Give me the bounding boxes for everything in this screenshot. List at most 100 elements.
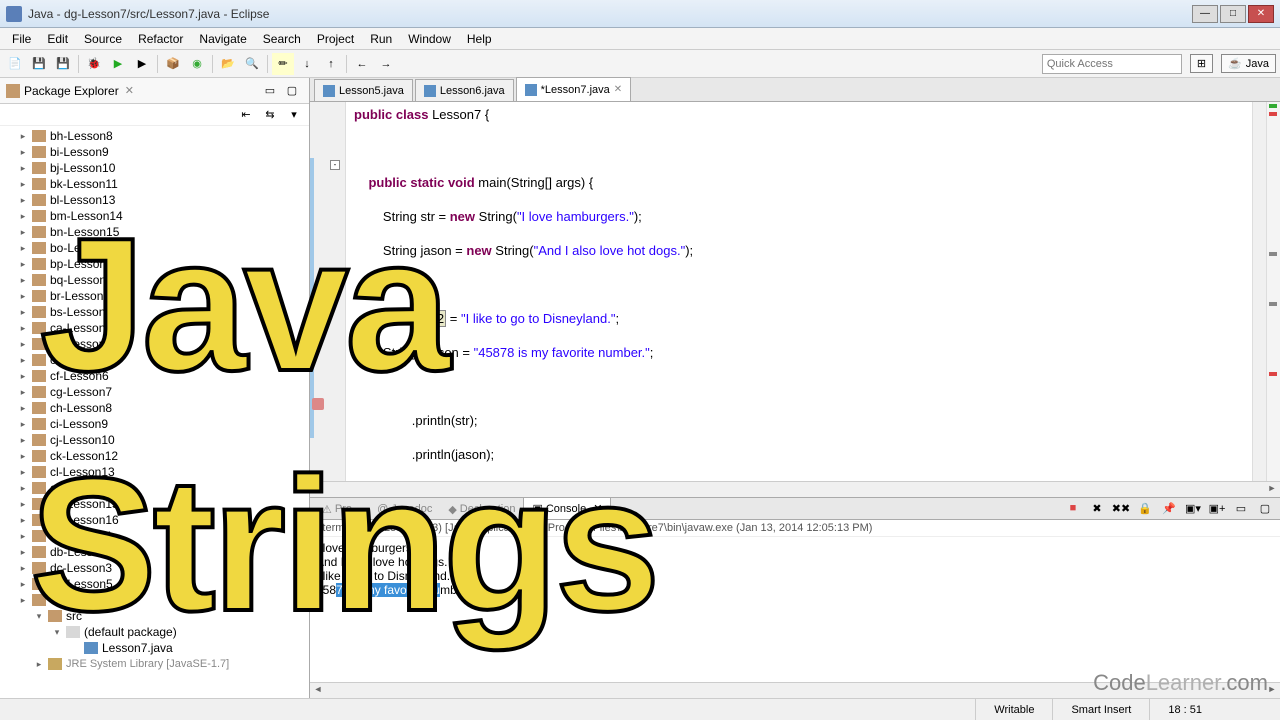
menu-source[interactable]: Source [76,30,130,48]
menu-navigate[interactable]: Navigate [191,30,254,48]
project-item[interactable]: ▸cg-Lesson7 [0,384,309,400]
javadoc-tab[interactable]: @ Javadoc [369,499,440,519]
view-close-icon[interactable]: ✕ [125,84,134,97]
window-title: Java - dg-Lesson7/src/Lesson7.java - Ecl… [28,7,1192,21]
debug-button[interactable]: 🐞 [83,53,105,75]
menu-help[interactable]: Help [459,30,500,48]
jre-library[interactable]: ▸JRE System Library [JavaSE-1.7] [0,656,309,672]
project-item[interactable]: ▸cm-Lesson14 [0,480,309,496]
horizontal-scrollbar[interactable]: ◄► [310,481,1280,497]
overview-ruler[interactable] [1266,102,1280,481]
project-item[interactable]: ▸cf-Lesson6 [0,368,309,384]
menu-file[interactable]: File [4,30,39,48]
forward-button[interactable]: → [375,53,397,75]
project-item[interactable]: ▸bi-Lesson9 [0,144,309,160]
project-item[interactable]: ▸ci-Lesson9 [0,416,309,432]
maximize-button[interactable]: □ [1220,5,1246,23]
project-item[interactable]: ▸db-Lesson2 [0,544,309,560]
console-terminate-button[interactable]: ■ [1062,497,1084,519]
minimize-button[interactable]: — [1192,5,1218,23]
package-tree[interactable]: ▸bh-Lesson8▸bi-Lesson9▸bj-Lesson10▸bk-Le… [0,126,309,698]
project-item[interactable]: ▸bq-Lesson18 [0,272,309,288]
new-package-button[interactable]: 📦 [162,53,184,75]
new-class-button[interactable]: ◉ [186,53,208,75]
project-item[interactable]: ▸cb-Lesson4 [0,336,309,352]
code-editor[interactable]: - public class Lesson7 { public static v… [310,102,1280,481]
open-type-button[interactable]: 📂 [217,53,239,75]
link-editor-button[interactable]: ⇆ [259,104,281,126]
panel-minimize-button[interactable]: ▭ [1230,497,1252,519]
project-item[interactable]: ▸da-Lesson1 [0,528,309,544]
search-button[interactable]: 🔍 [241,53,263,75]
tab-lesson5[interactable]: Lesson5.java [314,79,413,101]
view-maximize-button[interactable]: ▢ [281,80,303,102]
new-button[interactable]: 📄 [4,53,26,75]
project-item[interactable]: ▸de-Lesson5 [0,576,309,592]
collapse-all-button[interactable]: ⇤ [235,104,257,126]
view-menu-button[interactable]: ▾ [283,104,305,126]
project-item[interactable]: ▸cj-Lesson10 [0,432,309,448]
project-item[interactable]: ▸ch-Lesson8 [0,400,309,416]
project-item[interactable]: ▸br-Lesson19 [0,288,309,304]
panel-maximize-button[interactable]: ▢ [1254,497,1276,519]
problems-tab[interactable]: ⚠ Pro... [314,499,369,519]
project-item[interactable]: ▸bo-Lesson16 [0,240,309,256]
menu-window[interactable]: Window [400,30,459,48]
project-item[interactable]: ▸cl-Lesson13 [0,464,309,480]
console-output[interactable]: I love hamburgers. And I also love hot d… [310,537,1280,682]
java-perspective-button[interactable]: ☕Java [1221,54,1276,73]
menu-refactor[interactable]: Refactor [130,30,191,48]
tab-lesson7[interactable]: *Lesson7.java✕ [516,77,632,101]
error-marker-icon[interactable] [312,398,324,410]
run-last-button[interactable]: ▶ [131,53,153,75]
project-item[interactable]: ▸bp-Lesson17 [0,256,309,272]
project-item[interactable]: ▸df-Lesson6 [0,592,309,608]
menu-search[interactable]: Search [255,30,309,48]
project-item[interactable]: ▸bl-Lesson13 [0,192,309,208]
menu-edit[interactable]: Edit [39,30,76,48]
project-item[interactable]: ▸cc-Lesson5 [0,352,309,368]
project-item[interactable]: ▸bk-Lesson11 [0,176,309,192]
menu-run[interactable]: Run [362,30,400,48]
quick-access-input[interactable] [1042,54,1182,74]
run-button[interactable]: ▶ [107,53,129,75]
prev-annotation-button[interactable]: ↑ [320,53,342,75]
fold-toggle-icon[interactable]: - [330,160,340,170]
project-item[interactable]: ▸bs-Lesson20 [0,304,309,320]
menu-project[interactable]: Project [309,30,362,48]
console-display-button[interactable]: ▣▾ [1182,497,1204,519]
tab-lesson6[interactable]: Lesson6.java [415,79,514,101]
view-minimize-button[interactable]: ▭ [259,80,281,102]
console-tab[interactable]: ▣ Console✕ [523,497,611,519]
project-item[interactable]: ▸co-Lesson16 [0,512,309,528]
project-item[interactable]: ▸bh-Lesson8 [0,128,309,144]
code-area[interactable]: public class Lesson7 { public static voi… [346,102,1252,481]
project-item[interactable]: ▸bn-Lesson15 [0,224,309,240]
declaration-tab[interactable]: ◆ Declaration [440,499,523,519]
default-package[interactable]: ▾(default package) [0,624,309,640]
open-perspective-button[interactable]: ⊞ [1190,54,1213,73]
vertical-scrollbar[interactable] [1252,102,1266,481]
project-item[interactable]: ▸cn-Lesson15 [0,496,309,512]
java-file-item[interactable]: Lesson7.java [0,640,309,656]
project-item[interactable]: ▸bj-Lesson10 [0,160,309,176]
toggle-mark-button[interactable]: ✏ [272,53,294,75]
project-item[interactable]: ▸ck-Lesson12 [0,448,309,464]
console-h-scrollbar[interactable]: ◄► [310,682,1280,698]
project-item[interactable]: ▸ca-Lesson3 [0,320,309,336]
save-button[interactable]: 💾 [28,53,50,75]
console-open-button[interactable]: ▣+ [1206,497,1228,519]
save-all-button[interactable]: 💾 [52,53,74,75]
next-annotation-button[interactable]: ↓ [296,53,318,75]
console-remove-button[interactable]: ✖ [1086,497,1108,519]
console-remove-all-button[interactable]: ✖✖ [1110,497,1132,519]
project-item[interactable]: ▸dc-Lesson3 [0,560,309,576]
src-folder[interactable]: ▾src [0,608,309,624]
back-button[interactable]: ← [351,53,373,75]
status-writable: Writable [975,699,1052,720]
close-button[interactable]: ✕ [1248,5,1274,23]
console-pin-button[interactable]: 📌 [1158,497,1180,519]
console-scroll-lock-button[interactable]: 🔒 [1134,497,1156,519]
tab-close-icon[interactable]: ✕ [614,84,622,95]
project-item[interactable]: ▸bm-Lesson14 [0,208,309,224]
